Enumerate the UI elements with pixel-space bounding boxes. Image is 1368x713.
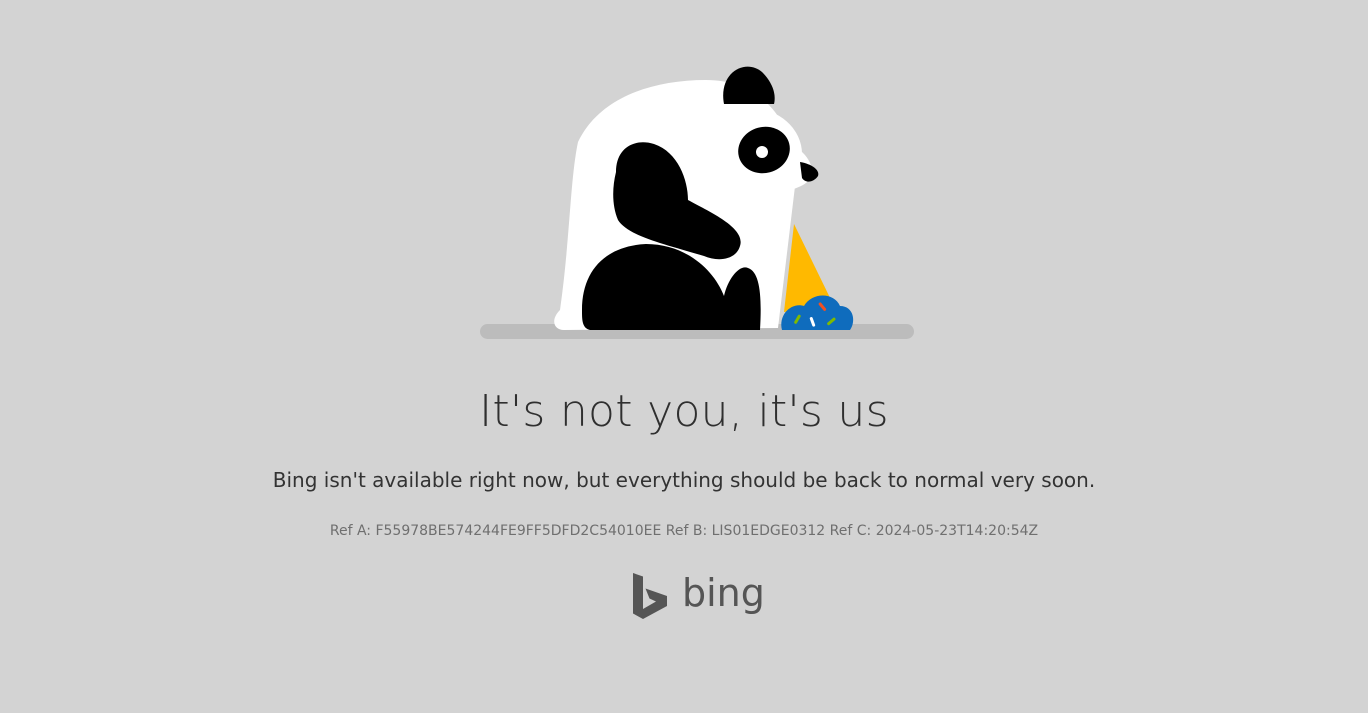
panda-ear: [723, 66, 775, 104]
bing-logo[interactable]: bing: [630, 570, 765, 622]
reference-codes: Ref A: F55978BE574244FE9FF5DFD2C54010EE …: [0, 523, 1368, 539]
page-headline: It's not you, it's us: [479, 386, 889, 437]
panda-eye: [756, 146, 768, 158]
ref-c-value: 2024-05-23T14:20:54Z: [875, 523, 1039, 539]
ref-b-label: Ref B:: [665, 523, 708, 539]
bing-wordmark: bing: [682, 571, 765, 615]
sad-panda-illustration: [478, 60, 916, 342]
error-message: Bing isn't available right now, but ever…: [272, 468, 1096, 492]
ref-b-value: LIS01EDGE0312: [711, 523, 826, 539]
bing-logo-icon: [633, 573, 667, 619]
ref-a-value: F55978BE574244FE9FF5DFD2C54010EE: [375, 523, 662, 539]
ref-c-label: Ref C:: [829, 523, 872, 539]
panda-nose: [800, 162, 819, 182]
ref-a-label: Ref A:: [329, 523, 372, 539]
